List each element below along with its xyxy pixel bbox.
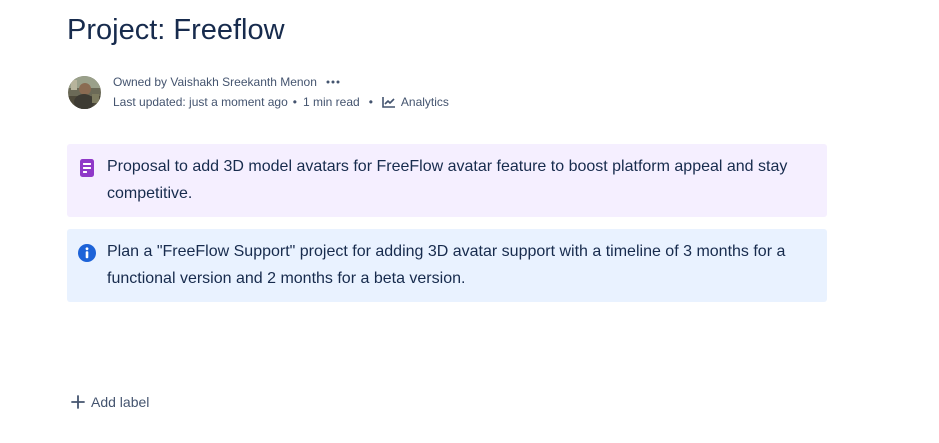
avatar-image: [68, 76, 101, 109]
analytics-label: Analytics: [400, 95, 449, 109]
read-time-text: 1 min read: [302, 95, 360, 109]
plus-icon: [71, 395, 85, 409]
owner-text[interactable]: Owned by Vaishakh Sreekanth Menon: [113, 74, 317, 90]
more-actions-button[interactable]: [325, 74, 341, 90]
page-byline: Owned by Vaishakh Sreekanth Menon Last u…: [68, 74, 488, 110]
info-panel: Plan a "FreeFlow Support" project for ad…: [67, 229, 827, 302]
more-horizontal-icon: [326, 80, 340, 84]
last-updated-text[interactable]: Last updated: just a moment ago: [113, 94, 288, 110]
add-label-button[interactable]: Add label: [71, 392, 149, 412]
note-panel-text: Proposal to add 3D model avatars for Fre…: [107, 158, 788, 202]
meta-line: Last updated: just a moment ago • 1 min …: [113, 94, 449, 110]
page-title: Project: Freeflow: [67, 14, 285, 46]
info-icon: [77, 243, 97, 263]
separator-dot: •: [292, 95, 297, 109]
note-panel: Proposal to add 3D model avatars for Fre…: [67, 144, 827, 217]
info-panel-text: Plan a "FreeFlow Support" project for ad…: [107, 243, 786, 287]
confluence-page: Project: Freeflow Owned by Vaishakh Sree…: [0, 0, 939, 443]
note-icon: [77, 158, 97, 178]
analytics-link[interactable]: Analytics: [382, 94, 449, 110]
owner-line: Owned by Vaishakh Sreekanth Menon: [113, 74, 341, 90]
line-chart-icon: [382, 97, 395, 108]
separator-dot: •: [368, 95, 373, 109]
avatar[interactable]: [68, 76, 101, 109]
add-label-text: Add label: [91, 394, 150, 410]
